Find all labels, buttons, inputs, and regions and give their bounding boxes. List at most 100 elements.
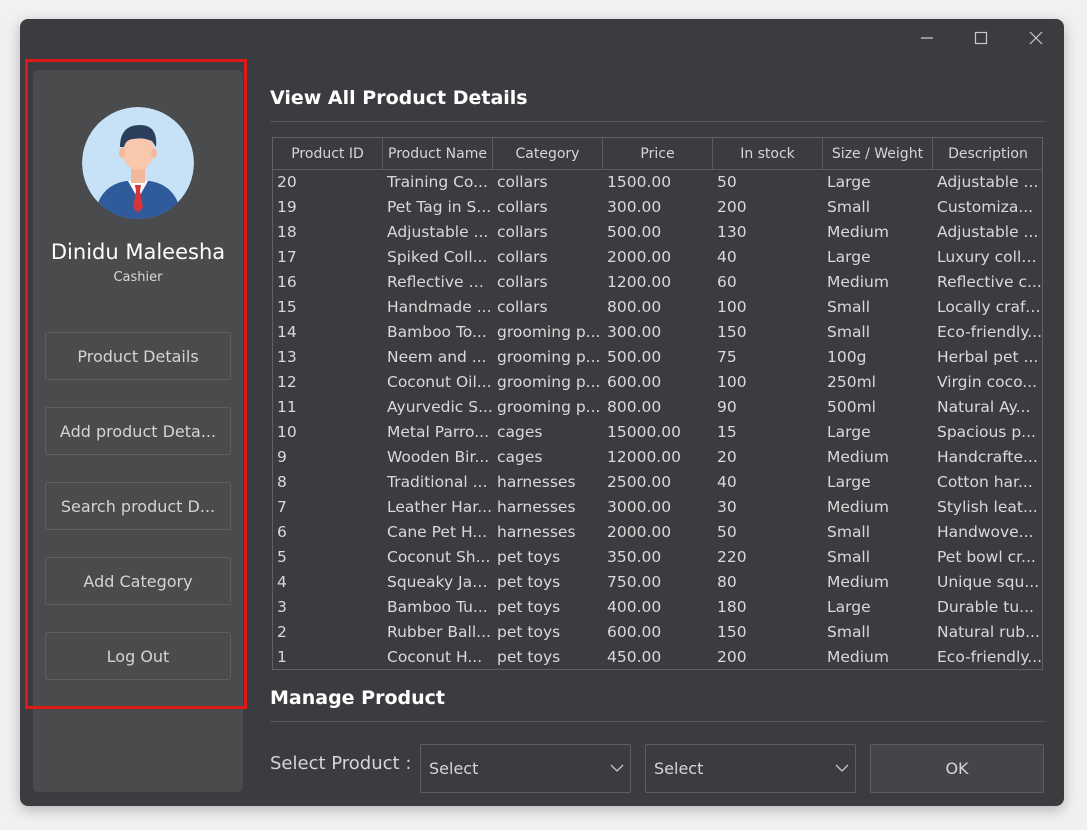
product-select-1[interactable]: Select	[420, 744, 631, 793]
table-row[interactable]: 9 Wooden Bir... cages 12000.00 20 Medium Handc…	[273, 445, 1042, 470]
column-header[interactable]: Size / Weight	[823, 138, 933, 169]
ok-button[interactable]: OK	[870, 744, 1044, 793]
table-cell: Eco-friendly...	[937, 648, 1043, 666]
table-cell: 15	[277, 298, 297, 316]
column-header[interactable]: Product ID	[273, 138, 383, 169]
table-row[interactable]: 8 Traditional ... harnesses 2500.00 40 Large C…	[273, 470, 1042, 495]
table-cell: collars	[497, 298, 548, 316]
table-cell: 750.00	[607, 573, 662, 591]
table-cell: 3000.00	[607, 498, 672, 516]
table-cell: Virgin coco...	[937, 373, 1038, 391]
sidebar: Dinidu Maleesha Cashier Product Details …	[33, 70, 243, 792]
table-cell: Large	[827, 423, 871, 441]
table-cell: 5	[277, 548, 287, 566]
table-cell: 800.00	[607, 398, 662, 416]
table-cell: Medium	[827, 223, 889, 241]
table-cell: Leather Har...	[387, 498, 493, 516]
table-cell: Small	[827, 298, 871, 316]
table-cell: 10	[277, 423, 297, 441]
column-header[interactable]: Category	[493, 138, 603, 169]
table-cell: 600.00	[607, 373, 662, 391]
column-header[interactable]: In stock	[713, 138, 823, 169]
table-cell: Small	[827, 523, 871, 541]
table-cell: Pet Tag in S...	[387, 198, 492, 216]
table-row[interactable]: 2 Rubber Ball... pet toys 600.00 150 Small Nat…	[273, 620, 1042, 645]
table-cell: pet toys	[497, 623, 561, 641]
column-header[interactable]: Description	[933, 138, 1042, 169]
table-cell: Rubber Ball...	[387, 623, 491, 641]
table-row[interactable]: 10 Metal Parro... cages 15000.00 15 Large Spac…	[273, 420, 1042, 445]
table-row[interactable]: 20 Training Co... collars 1500.00 50 Large Adj…	[273, 170, 1042, 195]
minimize-icon[interactable]	[909, 27, 945, 49]
table-row[interactable]: 12 Coconut Oil... grooming p... 600.00 100 25…	[273, 370, 1042, 395]
divider	[270, 721, 1045, 722]
table-cell: Squeaky Jac...	[387, 573, 493, 591]
table-cell: 350.00	[607, 548, 662, 566]
table-cell: pet toys	[497, 598, 561, 616]
product-table: Product ID Product Name Category Price I…	[272, 137, 1043, 670]
table-cell: Small	[827, 198, 871, 216]
table-cell: 9	[277, 448, 287, 466]
column-header[interactable]: Product Name	[383, 138, 493, 169]
add-product-details-button[interactable]: Add product Deta...	[45, 407, 231, 455]
table-cell: collars	[497, 173, 548, 191]
table-cell: 11	[277, 398, 297, 416]
maximize-icon[interactable]	[963, 27, 999, 49]
log-out-button[interactable]: Log Out	[45, 632, 231, 680]
table-cell: Unique squ...	[937, 573, 1040, 591]
table-cell: Medium	[827, 573, 889, 591]
table-cell: Cotton har...	[937, 473, 1033, 491]
table-cell: Coconut Oil...	[387, 373, 492, 391]
table-cell: 400.00	[607, 598, 662, 616]
table-row[interactable]: 17 Spiked Coll... collars 2000.00 40 Large Lux…	[273, 245, 1042, 270]
table-cell: Stylish leat...	[937, 498, 1038, 516]
table-cell: Neem and ...	[387, 348, 487, 366]
table-cell: Traditional ...	[387, 473, 488, 491]
column-header[interactable]: Price	[603, 138, 713, 169]
table-cell: 100	[717, 373, 747, 391]
product-select-2[interactable]: Select	[645, 744, 856, 793]
user-name: Dinidu Maleesha	[50, 240, 226, 264]
table-cell: Cane Pet H...	[387, 523, 488, 541]
close-icon[interactable]	[1018, 27, 1054, 49]
product-details-button[interactable]: Product Details	[45, 332, 231, 380]
table-row[interactable]: 14 Bamboo To... grooming p... 300.00 150 Smal…	[273, 320, 1042, 345]
table-cell: 450.00	[607, 648, 662, 666]
table-row[interactable]: 5 Coconut Sh... pet toys 350.00 220 Small Pet …	[273, 545, 1042, 570]
table-cell: 100g	[827, 348, 867, 366]
table-row[interactable]: 11 Ayurvedic S... grooming p... 800.00 90 500…	[273, 395, 1042, 420]
table-row[interactable]: 4 Squeaky Jac... pet toys 750.00 80 Medium Uni…	[273, 570, 1042, 595]
table-row[interactable]: 3 Bamboo Tu... pet toys 400.00 180 Large Durab…	[273, 595, 1042, 620]
search-product-details-button[interactable]: Search product D...	[45, 482, 231, 530]
table-cell: 14	[277, 323, 297, 341]
table-cell: 150	[717, 623, 747, 641]
table-row[interactable]: 19 Pet Tag in S... collars 300.00 200 Small Cu…	[273, 195, 1042, 220]
table-cell: 2000.00	[607, 523, 672, 541]
table-cell: pet toys	[497, 548, 561, 566]
add-category-button[interactable]: Add Category	[45, 557, 231, 605]
table-row[interactable]: 7 Leather Har... harnesses 3000.00 30 Medium S…	[273, 495, 1042, 520]
table-cell: Adjustable ...	[937, 223, 1039, 241]
table-row[interactable]: 16 Reflective C... collars 1200.00 60 Medium R…	[273, 270, 1042, 295]
table-cell: 1500.00	[607, 173, 672, 191]
table-cell: 50	[717, 173, 737, 191]
table-cell: Medium	[827, 498, 889, 516]
table-row[interactable]: 6 Cane Pet H... harnesses 2000.00 50 Small Han…	[273, 520, 1042, 545]
table-cell: 200	[717, 648, 747, 666]
table-cell: Wooden Bir...	[387, 448, 490, 466]
table-cell: Metal Parro...	[387, 423, 489, 441]
avatar	[82, 107, 194, 219]
table-cell: 40	[717, 473, 737, 491]
table-cell: collars	[497, 248, 548, 266]
table-cell: Customiza...	[937, 198, 1034, 216]
table-body: 20 Training Co... collars 1500.00 50 Large Adj…	[273, 170, 1043, 669]
table-cell: 2000.00	[607, 248, 672, 266]
table-cell: 250ml	[827, 373, 876, 391]
table-row[interactable]: 15 Handmade ... collars 800.00 100 Small Local…	[273, 295, 1042, 320]
table-cell: Small	[827, 548, 871, 566]
table-row[interactable]: 18 Adjustable ... collars 500.00 130 Medium Ad…	[273, 220, 1042, 245]
table-row[interactable]: 13 Neem and ... grooming p... 500.00 75 100g H…	[273, 345, 1042, 370]
table-row[interactable]: 1 Coconut H... pet toys 450.00 200 Medium Eco-…	[273, 645, 1043, 669]
table-cell: Durable tu...	[937, 598, 1034, 616]
table-cell: 75	[717, 348, 737, 366]
